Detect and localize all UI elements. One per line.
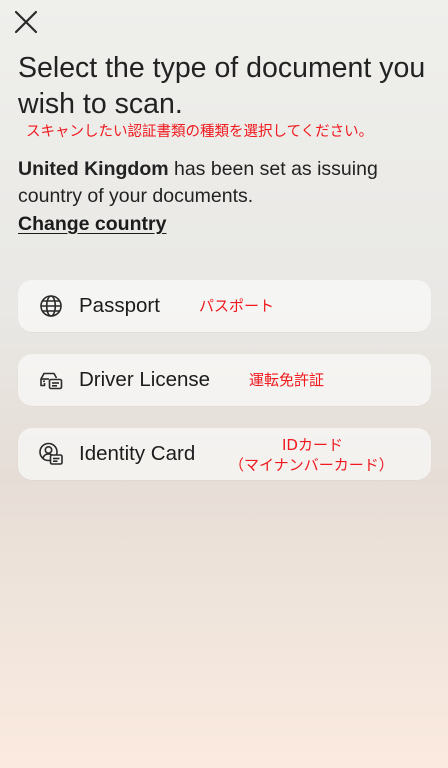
car-id-icon bbox=[38, 367, 64, 393]
driver-license-label: Driver License bbox=[79, 368, 211, 391]
annotation-passport-ja: パスポート bbox=[199, 297, 275, 315]
annotation-title-ja: スキャンしたい認証書類の種類を選択してください。 bbox=[26, 124, 374, 140]
driver-license-option[interactable]: Driver License bbox=[18, 354, 431, 406]
passport-label: Passport bbox=[79, 294, 160, 317]
close-icon[interactable] bbox=[12, 8, 40, 36]
close-button[interactable] bbox=[12, 8, 40, 36]
identity-card-label: Identity Card bbox=[79, 442, 196, 465]
globe-icon bbox=[38, 293, 64, 319]
issuing-country-info: United Kingdom has been set as issuing c… bbox=[18, 156, 433, 210]
page-title: Select the type of document you wish to … bbox=[18, 52, 426, 120]
change-country-link[interactable]: Change country bbox=[18, 211, 166, 237]
issuing-country-name: United Kingdom bbox=[18, 158, 169, 180]
annotation-identity-card-note-ja: （マイナンバーカード） bbox=[229, 456, 394, 474]
annotation-driver-license-ja: 運転免許証 bbox=[249, 371, 325, 389]
person-id-icon bbox=[38, 441, 64, 467]
annotation-identity-card-ja: IDカード bbox=[282, 436, 343, 454]
